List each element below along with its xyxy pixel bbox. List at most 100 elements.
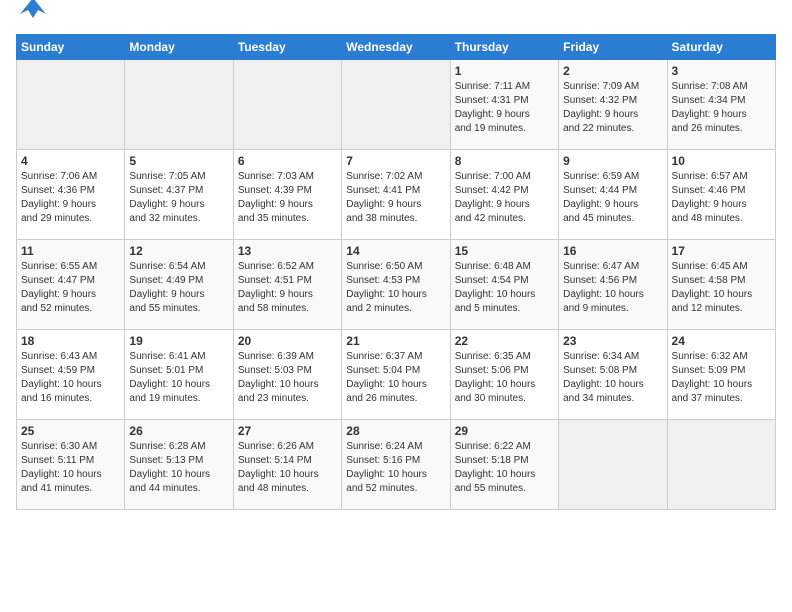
day-number: 26: [129, 424, 228, 438]
logo: [16, 16, 48, 26]
day-number: 19: [129, 334, 228, 348]
day-number: 12: [129, 244, 228, 258]
day-info: Sunrise: 6:26 AM Sunset: 5:14 PM Dayligh…: [238, 440, 337, 496]
calendar-cell: 18 Sunrise: 6:43 AM Sunset: 4:59 PM Dayli…: [17, 330, 125, 420]
calendar-body: 1 Sunrise: 7:11 AM Sunset: 4:31 PM Daylig…: [17, 60, 776, 510]
calendar-cell: 12 Sunrise: 6:54 AM Sunset: 4:49 PM Dayli…: [125, 240, 233, 330]
day-info: Sunrise: 7:06 AM Sunset: 4:36 PM Dayligh…: [21, 170, 120, 226]
day-info: Sunrise: 6:45 AM Sunset: 4:58 PM Dayligh…: [672, 260, 771, 316]
calendar-week-row: 4 Sunrise: 7:06 AM Sunset: 4:36 PM Daylig…: [17, 150, 776, 240]
calendar-cell: [17, 60, 125, 150]
day-number: 17: [672, 244, 771, 258]
day-info: Sunrise: 6:28 AM Sunset: 5:13 PM Dayligh…: [129, 440, 228, 496]
day-number: 3: [672, 64, 771, 78]
day-info: Sunrise: 7:11 AM Sunset: 4:31 PM Dayligh…: [455, 80, 554, 136]
calendar-cell: 23Sunrise: 6:34 AM Sunset: 5:08 PM Dayli…: [559, 330, 667, 420]
calendar-cell: 20 Sunrise: 6:39 AM Sunset: 5:03 PM Dayli…: [233, 330, 341, 420]
day-info: Sunrise: 6:41 AM Sunset: 5:01 PM Dayligh…: [129, 350, 228, 406]
day-number: 10: [672, 154, 771, 168]
calendar-cell: 13 Sunrise: 6:52 AM Sunset: 4:51 PM Dayli…: [233, 240, 341, 330]
calendar-cell: 15Sunrise: 6:48 AM Sunset: 4:54 PM Dayli…: [450, 240, 558, 330]
header-day-sunday: Sunday: [17, 35, 125, 60]
day-info: Sunrise: 6:43 AM Sunset: 4:59 PM Dayligh…: [21, 350, 120, 406]
calendar-header-row: SundayMondayTuesdayWednesdayThursdayFrid…: [17, 35, 776, 60]
day-number: 27: [238, 424, 337, 438]
calendar-cell: 29Sunrise: 6:22 AM Sunset: 5:18 PM Dayli…: [450, 420, 558, 510]
day-number: 21: [346, 334, 445, 348]
calendar-cell: [125, 60, 233, 150]
calendar-cell: [233, 60, 341, 150]
day-number: 13: [238, 244, 337, 258]
day-number: 4: [21, 154, 120, 168]
day-info: Sunrise: 7:09 AM Sunset: 4:32 PM Dayligh…: [563, 80, 662, 136]
day-number: 6: [238, 154, 337, 168]
calendar-cell: [559, 420, 667, 510]
calendar-cell: 9Sunrise: 6:59 AM Sunset: 4:44 PM Daylig…: [559, 150, 667, 240]
day-info: Sunrise: 6:37 AM Sunset: 5:04 PM Dayligh…: [346, 350, 445, 406]
day-number: 23: [563, 334, 662, 348]
day-info: Sunrise: 6:55 AM Sunset: 4:47 PM Dayligh…: [21, 260, 120, 316]
calendar-cell: 26 Sunrise: 6:28 AM Sunset: 5:13 PM Dayli…: [125, 420, 233, 510]
header-day-thursday: Thursday: [450, 35, 558, 60]
calendar-cell: 14 Sunrise: 6:50 AM Sunset: 4:53 PM Dayli…: [342, 240, 450, 330]
day-number: 15: [455, 244, 554, 258]
calendar-cell: 11 Sunrise: 6:55 AM Sunset: 4:47 PM Dayli…: [17, 240, 125, 330]
day-info: Sunrise: 6:24 AM Sunset: 5:16 PM Dayligh…: [346, 440, 445, 496]
calendar-cell: 21 Sunrise: 6:37 AM Sunset: 5:04 PM Dayli…: [342, 330, 450, 420]
day-info: Sunrise: 6:35 AM Sunset: 5:06 PM Dayligh…: [455, 350, 554, 406]
day-number: 28: [346, 424, 445, 438]
calendar-cell: 25 Sunrise: 6:30 AM Sunset: 5:11 PM Dayli…: [17, 420, 125, 510]
day-info: Sunrise: 7:00 AM Sunset: 4:42 PM Dayligh…: [455, 170, 554, 226]
day-number: 1: [455, 64, 554, 78]
calendar-cell: 4 Sunrise: 7:06 AM Sunset: 4:36 PM Daylig…: [17, 150, 125, 240]
calendar-cell: 1 Sunrise: 7:11 AM Sunset: 4:31 PM Daylig…: [450, 60, 558, 150]
day-info: Sunrise: 6:50 AM Sunset: 4:53 PM Dayligh…: [346, 260, 445, 316]
calendar-cell: 10 Sunrise: 6:57 AM Sunset: 4:46 PM Dayli…: [667, 150, 775, 240]
calendar-cell: 28 Sunrise: 6:24 AM Sunset: 5:16 PM Dayli…: [342, 420, 450, 510]
day-number: 16: [563, 244, 662, 258]
day-info: Sunrise: 6:59 AM Sunset: 4:44 PM Dayligh…: [563, 170, 662, 226]
day-number: 14: [346, 244, 445, 258]
day-number: 29: [455, 424, 554, 438]
day-info: Sunrise: 6:32 AM Sunset: 5:09 PM Dayligh…: [672, 350, 771, 406]
day-number: 22: [455, 334, 554, 348]
day-info: Sunrise: 7:08 AM Sunset: 4:34 PM Dayligh…: [672, 80, 771, 136]
calendar-table: SundayMondayTuesdayWednesdayThursdayFrid…: [16, 34, 776, 510]
calendar-cell: 7 Sunrise: 7:02 AM Sunset: 4:41 PM Daylig…: [342, 150, 450, 240]
day-info: Sunrise: 7:05 AM Sunset: 4:37 PM Dayligh…: [129, 170, 228, 226]
day-info: Sunrise: 6:39 AM Sunset: 5:03 PM Dayligh…: [238, 350, 337, 406]
calendar-cell: 2 Sunrise: 7:09 AM Sunset: 4:32 PM Daylig…: [559, 60, 667, 150]
day-number: 25: [21, 424, 120, 438]
day-number: 24: [672, 334, 771, 348]
day-number: 7: [346, 154, 445, 168]
calendar-cell: 3 Sunrise: 7:08 AM Sunset: 4:34 PM Daylig…: [667, 60, 775, 150]
calendar-cell: 6Sunrise: 7:03 AM Sunset: 4:39 PM Daylig…: [233, 150, 341, 240]
calendar-cell: 19 Sunrise: 6:41 AM Sunset: 5:01 PM Dayli…: [125, 330, 233, 420]
header-day-monday: Monday: [125, 35, 233, 60]
calendar-week-row: 18 Sunrise: 6:43 AM Sunset: 4:59 PM Dayli…: [17, 330, 776, 420]
header-day-saturday: Saturday: [667, 35, 775, 60]
day-info: Sunrise: 6:54 AM Sunset: 4:49 PM Dayligh…: [129, 260, 228, 316]
calendar-cell: 8 Sunrise: 7:00 AM Sunset: 4:42 PM Daylig…: [450, 150, 558, 240]
day-info: Sunrise: 7:02 AM Sunset: 4:41 PM Dayligh…: [346, 170, 445, 226]
day-number: 2: [563, 64, 662, 78]
day-info: Sunrise: 6:52 AM Sunset: 4:51 PM Dayligh…: [238, 260, 337, 316]
calendar-cell: 5 Sunrise: 7:05 AM Sunset: 4:37 PM Daylig…: [125, 150, 233, 240]
day-number: 20: [238, 334, 337, 348]
calendar-cell: [667, 420, 775, 510]
calendar-cell: 17 Sunrise: 6:45 AM Sunset: 4:58 PM Dayli…: [667, 240, 775, 330]
day-number: 18: [21, 334, 120, 348]
header-day-friday: Friday: [559, 35, 667, 60]
day-info: Sunrise: 6:57 AM Sunset: 4:46 PM Dayligh…: [672, 170, 771, 226]
day-info: Sunrise: 6:30 AM Sunset: 5:11 PM Dayligh…: [21, 440, 120, 496]
calendar-cell: 22 Sunrise: 6:35 AM Sunset: 5:06 PM Dayli…: [450, 330, 558, 420]
day-info: Sunrise: 6:47 AM Sunset: 4:56 PM Dayligh…: [563, 260, 662, 316]
calendar-week-row: 25 Sunrise: 6:30 AM Sunset: 5:11 PM Dayli…: [17, 420, 776, 510]
day-number: 11: [21, 244, 120, 258]
calendar-cell: 27 Sunrise: 6:26 AM Sunset: 5:14 PM Dayli…: [233, 420, 341, 510]
day-number: 5: [129, 154, 228, 168]
calendar-week-row: 11 Sunrise: 6:55 AM Sunset: 4:47 PM Dayli…: [17, 240, 776, 330]
day-number: 8: [455, 154, 554, 168]
header-day-wednesday: Wednesday: [342, 35, 450, 60]
calendar-cell: 16 Sunrise: 6:47 AM Sunset: 4:56 PM Dayli…: [559, 240, 667, 330]
